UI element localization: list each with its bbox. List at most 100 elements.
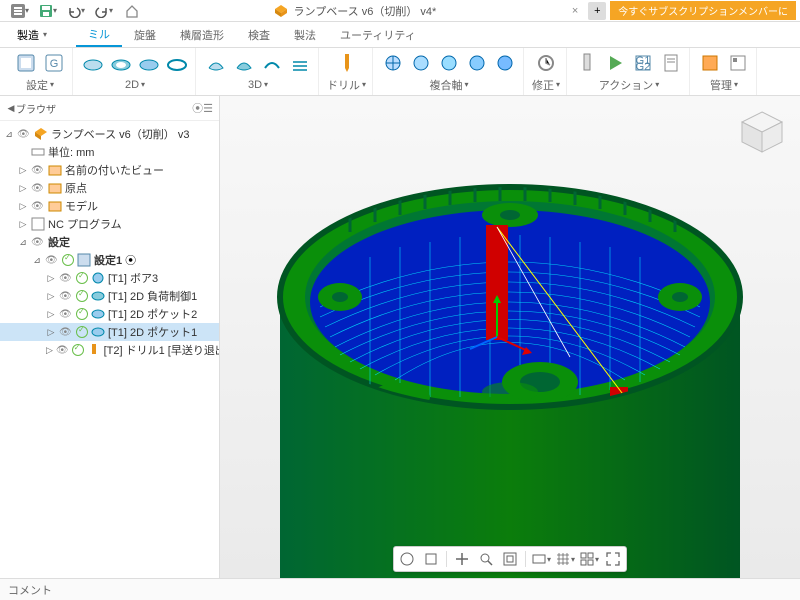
document-title: ランプベース v6（切削） v4* [294, 3, 437, 19]
tree-origin[interactable]: ▷ 👁 原点 [0, 179, 219, 197]
workspace-selector[interactable]: 製造 ▾ [8, 24, 56, 46]
titlebar: ▾ ▾ ▾ ▾ ランプベース v6（切削） v4* × + 今すぐサブスクリプシ… [0, 0, 800, 22]
tree-op-4[interactable]: ▷ 👁 [T2] ドリル1 [早送り退出] [0, 341, 219, 359]
tree-op-2[interactable]: ▷ 👁 [T1] 2D ポケット2 [0, 305, 219, 323]
subscription-banner[interactable]: 今すぐサブスクリプションメンバーに [610, 1, 796, 20]
flow-icon[interactable] [437, 51, 461, 75]
tree-units[interactable]: 単位: mm [0, 143, 219, 161]
tool-library-icon[interactable] [698, 51, 722, 75]
app-menu-button[interactable]: ▾ [8, 2, 32, 20]
3d-adaptive-icon[interactable] [204, 53, 228, 77]
expand-toggle[interactable]: ⊿ [4, 129, 14, 140]
tab-fabrication[interactable]: 製法 [282, 22, 328, 47]
tree-model[interactable]: ▷ 👁 モデル [0, 197, 219, 215]
modify-icon[interactable] [534, 51, 558, 75]
expand-toggle[interactable]: ▷ [46, 345, 53, 356]
tree-op-0[interactable]: ▷ 👁 [T1] ボア3 [0, 269, 219, 287]
tree-model-label: モデル [65, 198, 98, 214]
tab-mill[interactable]: ミル [76, 22, 122, 47]
expand-toggle[interactable]: ▷ [18, 201, 28, 212]
expand-toggle[interactable]: ▷ [46, 273, 56, 284]
visibility-icon[interactable]: 👁 [59, 327, 73, 338]
look-at-button[interactable] [420, 549, 442, 569]
viewport-settings-button[interactable]: ▾ [578, 549, 600, 569]
display-settings-button[interactable]: ▾ [530, 549, 552, 569]
new-tab-button[interactable]: + [588, 2, 606, 20]
status-check-icon [76, 272, 88, 284]
expand-toggle[interactable]: ▷ [18, 165, 28, 176]
visibility-icon[interactable]: 👁 [59, 309, 73, 320]
task-manager-icon[interactable] [726, 51, 750, 75]
viewport[interactable]: ▾ ▾ ▾ [220, 96, 800, 578]
tree-op-3[interactable]: ▷ 👁 [T1] 2D ポケット1 [0, 323, 219, 341]
visibility-icon[interactable]: 👁 [31, 237, 45, 248]
tab-turn[interactable]: 旋盤 [122, 22, 168, 47]
adaptive-op-icon [91, 289, 105, 303]
post-process-icon[interactable]: G1G2 [631, 51, 655, 75]
3d-horizontal-icon[interactable] [288, 53, 312, 77]
3d-pocket-icon[interactable] [232, 53, 256, 77]
pan-button[interactable] [451, 549, 473, 569]
expand-toggle[interactable]: ▷ [18, 183, 28, 194]
tab-inspect[interactable]: 検査 [236, 22, 282, 47]
2d-contour-icon[interactable] [165, 53, 189, 77]
pin-icon[interactable]: ⦿☰ [192, 100, 213, 116]
expand-toggle[interactable]: ⊿ [32, 255, 42, 266]
3d-parallel-icon[interactable] [260, 53, 284, 77]
tree-op-1[interactable]: ▷ 👁 [T1] 2D 負荷制御1 [0, 287, 219, 305]
swarf-icon[interactable] [381, 51, 405, 75]
tree-op-label: [T1] ボア3 [108, 270, 158, 286]
tree-setup1[interactable]: ⊿ 👁 設定1 ⦿ [0, 251, 219, 269]
grid-settings-button[interactable]: ▾ [554, 549, 576, 569]
ribbon-label-multiaxis: 複合軸 [430, 77, 463, 93]
expand-toggle[interactable]: ▷ [18, 219, 28, 230]
status-check-icon [76, 326, 88, 338]
rotary-icon[interactable] [465, 51, 489, 75]
drill-icon[interactable] [335, 51, 359, 75]
browser-collapse-toggle[interactable]: ◀ [6, 103, 16, 114]
visibility-icon[interactable]: 👁 [31, 183, 45, 194]
full-screen-button[interactable] [602, 549, 624, 569]
2d-face-icon[interactable] [137, 53, 161, 77]
tab-additive[interactable]: 横層造形 [168, 22, 236, 47]
save-button[interactable]: ▾ [36, 2, 60, 20]
fit-button[interactable] [499, 549, 521, 569]
main-area: ◀ ブラウザ ⦿☰ ⊿ 👁 ランプベース v6（切削） v3 単位: mm ▷ … [0, 96, 800, 578]
redo-button[interactable]: ▾ [92, 2, 116, 20]
zoom-button[interactable] [475, 549, 497, 569]
tree-root[interactable]: ⊿ 👁 ランプベース v6（切削） v3 [0, 125, 219, 143]
home-button[interactable] [120, 2, 144, 20]
close-tab-button[interactable]: × [566, 5, 584, 17]
tree-nc-programs[interactable]: ▷ NC プログラム [0, 215, 219, 233]
multiaxis-contour-icon[interactable] [409, 51, 433, 75]
comment-label[interactable]: コメント [8, 582, 52, 598]
tab-utilities[interactable]: ユーティリティ [328, 22, 428, 47]
visibility-icon[interactable]: 👁 [56, 345, 69, 356]
ribbon-label-2d: 2D [125, 79, 139, 91]
expand-toggle[interactable]: ▷ [46, 309, 56, 320]
nc-program-icon[interactable]: G [42, 51, 66, 75]
tree-setups[interactable]: ⊿ 👁 設定 [0, 233, 219, 251]
visibility-icon[interactable]: 👁 [31, 201, 45, 212]
status-check-icon [76, 308, 88, 320]
steep-icon[interactable] [493, 51, 517, 75]
expand-toggle[interactable]: ▷ [46, 327, 56, 338]
title-center: ランプベース v6（切削） v4* [144, 3, 566, 19]
visibility-icon[interactable]: 👁 [31, 165, 45, 176]
generate-icon[interactable] [575, 51, 599, 75]
setup-icon[interactable] [14, 51, 38, 75]
visibility-icon[interactable]: 👁 [59, 273, 73, 284]
setup-sheet-icon[interactable] [659, 51, 683, 75]
expand-toggle[interactable]: ▷ [46, 291, 56, 302]
visibility-icon[interactable]: 👁 [59, 291, 73, 302]
2d-adaptive-icon[interactable] [81, 53, 105, 77]
orbit-button[interactable] [396, 549, 418, 569]
simulate-icon[interactable] [603, 51, 627, 75]
visibility-icon[interactable]: 👁 [45, 255, 59, 266]
tree-named-views[interactable]: ▷ 👁 名前の付いたビュー [0, 161, 219, 179]
undo-button[interactable]: ▾ [64, 2, 88, 20]
expand-toggle[interactable]: ⊿ [18, 237, 28, 248]
visibility-icon[interactable]: 👁 [17, 129, 31, 140]
2d-pocket-icon[interactable] [109, 53, 133, 77]
ribbon-group-setup: G 設定▾ [8, 48, 73, 95]
